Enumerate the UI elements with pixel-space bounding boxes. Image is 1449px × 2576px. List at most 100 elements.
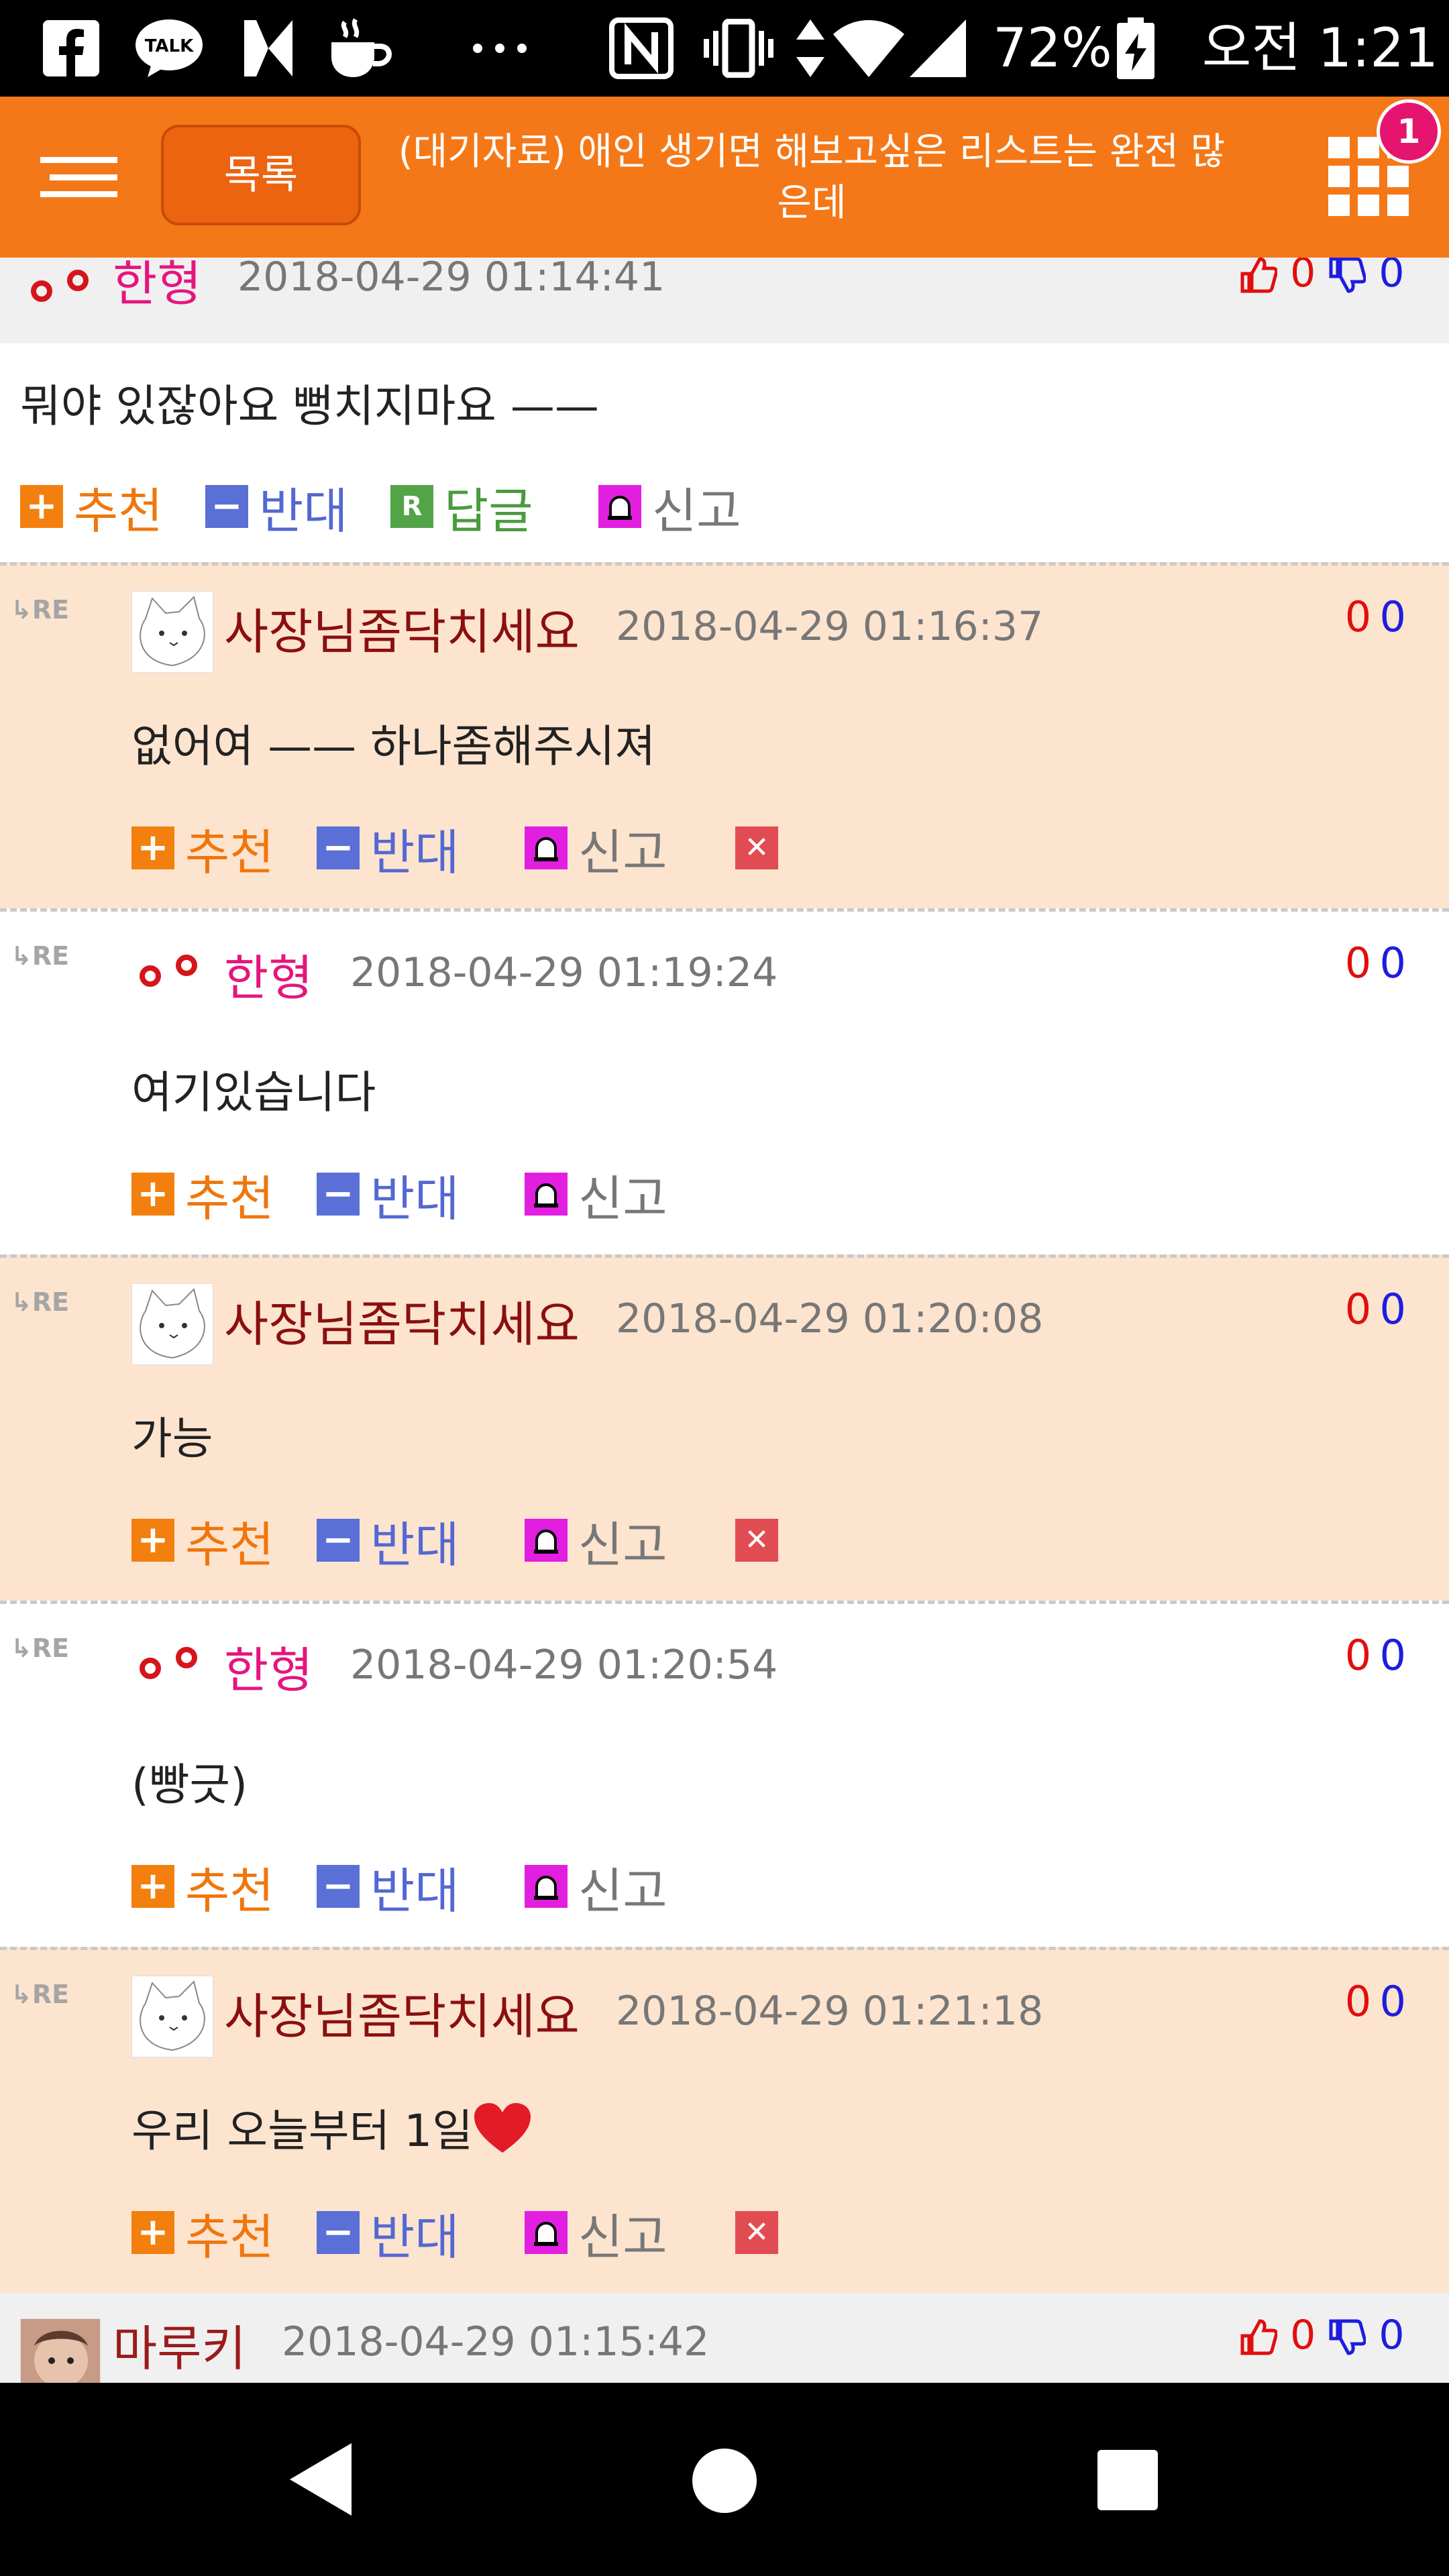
- oppose-button[interactable]: − 반대: [317, 1856, 459, 1919]
- reply-indent-icon: ↳RE: [11, 941, 70, 971]
- recommend-button[interactable]: + 추천: [20, 476, 162, 539]
- level-icon: [138, 1640, 205, 1680]
- thumbs-down-icon[interactable]: [1328, 258, 1367, 294]
- comment-text: 뭐야 있잖아요 뻥치지마요 ——: [20, 380, 599, 432]
- comment-author[interactable]: 한형: [113, 258, 201, 315]
- plus-icon: +: [131, 1173, 174, 1216]
- oppose-button[interactable]: − 반대: [317, 2202, 459, 2265]
- home-icon[interactable]: [691, 2447, 758, 2514]
- notification-badge[interactable]: 1: [1377, 99, 1441, 164]
- comment-actions: + 추천 − 반대 R 답글 신고: [20, 476, 825, 539]
- reply-text: 여기있습니다: [131, 1067, 376, 1118]
- signal-icon: [908, 17, 967, 79]
- downvote-count: 0: [1379, 258, 1405, 297]
- reply-votes: 0 0: [1344, 938, 1406, 987]
- oppose-button[interactable]: − 반대: [317, 1510, 459, 1573]
- reply-text: 우리 오늘부터 1일: [131, 2095, 532, 2159]
- app-header: 목록 (대기자료) 애인 생기면 해보고싶은 리스트는 완전 많은데 1: [0, 97, 1449, 258]
- comment-header: 한형 2018-04-29 01:14:41 0 0: [0, 258, 1449, 343]
- avatar[interactable]: [20, 2318, 101, 2383]
- reply-date: 2018-04-29 01:16:37: [616, 603, 1044, 650]
- siren-icon: [525, 2211, 568, 2254]
- facebook-icon: [40, 17, 102, 79]
- reply-author[interactable]: 사장님좀닥치세요: [224, 592, 580, 663]
- avatar[interactable]: [131, 591, 213, 673]
- recommend-button[interactable]: + 추천: [131, 1510, 274, 1573]
- plus-icon: +: [131, 826, 174, 869]
- thumbs-up-icon[interactable]: [1240, 258, 1279, 294]
- back-icon[interactable]: [282, 2439, 362, 2520]
- oppose-button[interactable]: − 반대: [205, 476, 347, 539]
- reply-indent-icon: ↳RE: [11, 1287, 70, 1317]
- comment-votes: 0 0: [1240, 2312, 1405, 2359]
- menu-icon[interactable]: [40, 157, 117, 197]
- report-button[interactable]: 신고: [525, 818, 667, 881]
- comment-date: 2018-04-29 01:15:42: [282, 2318, 710, 2365]
- level-icon: [30, 263, 97, 303]
- report-button[interactable]: 신고: [525, 1164, 667, 1227]
- reply-indent-icon: ↳RE: [11, 1980, 70, 2009]
- reply-item: ↳RE 한형 2018-04-29 01:20:54 0 0 (빵긋) + 추천 …: [0, 1601, 1449, 1947]
- report-button[interactable]: 신고: [525, 2202, 667, 2265]
- reply-text: 없어여 —— 하나좀해주시져: [131, 720, 656, 772]
- siren-icon: [598, 485, 641, 528]
- reply-item: ↳RE 한형 2018-04-29 01:19:24 0 0 여기있습니다 + 추…: [0, 908, 1449, 1254]
- svg-text:TALK: TALK: [145, 36, 194, 56]
- reply-author[interactable]: 한형: [224, 1631, 313, 1701]
- reply-button[interactable]: R 답글: [390, 476, 533, 539]
- level-icon: [138, 948, 205, 988]
- reply-indent-icon: ↳RE: [11, 595, 70, 625]
- recommend-button[interactable]: + 추천: [131, 1164, 274, 1227]
- comment-author[interactable]: 마루키: [113, 2309, 246, 2379]
- oppose-button[interactable]: − 반대: [317, 818, 459, 881]
- nfc-icon: [608, 17, 675, 79]
- reply-author[interactable]: 한형: [224, 938, 313, 1009]
- upvote-count: 0: [1290, 258, 1316, 297]
- plus-icon: +: [20, 485, 63, 528]
- list-button[interactable]: 목록: [161, 125, 361, 225]
- thumbs-down-icon[interactable]: [1328, 2318, 1367, 2356]
- reply-author[interactable]: 사장님좀닥치세요: [224, 1285, 580, 1355]
- report-button[interactable]: 신고: [598, 476, 741, 539]
- reply-text: 가능: [131, 1413, 213, 1464]
- reply-date: 2018-04-29 01:21:18: [616, 1988, 1044, 2035]
- recents-icon[interactable]: [1096, 2449, 1159, 2512]
- comment-date: 2018-04-29 01:14:41: [237, 258, 665, 301]
- avatar[interactable]: [131, 1976, 213, 2057]
- heart-icon: [473, 2103, 532, 2157]
- thumbs-up-icon[interactable]: [1240, 2318, 1279, 2356]
- reply-actions: + 추천 − 반대 신고: [131, 1164, 869, 1227]
- clock: 오전 1:21: [1201, 17, 1438, 79]
- report-button[interactable]: 신고: [525, 1510, 667, 1573]
- navigation-bar: [0, 2383, 1449, 2576]
- plus-icon: +: [131, 1519, 174, 1562]
- close-icon: ✕: [735, 2211, 778, 2254]
- wifi-icon: [832, 17, 906, 79]
- comment-votes: 0 0: [1240, 258, 1405, 297]
- reply-votes: 0 0: [1344, 1631, 1406, 1680]
- minus-icon: −: [317, 1519, 360, 1562]
- delete-button[interactable]: ✕: [735, 2202, 789, 2263]
- battery-charging-icon: [1114, 17, 1158, 79]
- close-icon: ✕: [735, 826, 778, 869]
- siren-icon: [525, 1865, 568, 1908]
- recommend-button[interactable]: + 추천: [131, 818, 274, 881]
- comment-header: 마루키 2018-04-29 01:15:42 0 0: [0, 2293, 1449, 2383]
- vibrate-icon: [700, 17, 777, 79]
- app-root: TALK 72% 오전 1:21 목록 (대기자료) 애인 생기면 해보고싶은 …: [0, 0, 1449, 2576]
- delete-button[interactable]: ✕: [735, 1510, 789, 1570]
- report-button[interactable]: 신고: [525, 1856, 667, 1919]
- delete-button[interactable]: ✕: [735, 818, 789, 878]
- reply-item: ↳RE 사장님좀닥치세요 2018-04-29 01:16:37 0 0 없어여…: [0, 562, 1449, 908]
- reply-actions: + 추천 − 반대 신고 ✕: [131, 818, 869, 881]
- oppose-button[interactable]: − 반대: [317, 1164, 459, 1227]
- minus-icon: −: [205, 485, 248, 528]
- minus-icon: −: [317, 1865, 360, 1908]
- avatar[interactable]: [131, 1283, 213, 1365]
- recommend-button[interactable]: + 추천: [131, 1856, 274, 1919]
- reply-author[interactable]: 사장님좀닥치세요: [224, 1977, 580, 2047]
- reply-votes: 0 0: [1344, 1285, 1406, 1334]
- reply-votes: 0 0: [1344, 1977, 1406, 2026]
- siren-icon: [525, 1173, 568, 1216]
- recommend-button[interactable]: + 추천: [131, 2202, 274, 2265]
